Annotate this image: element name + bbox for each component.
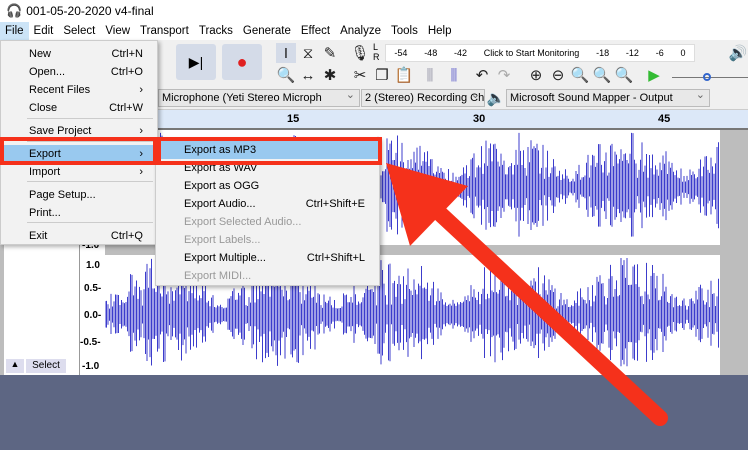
arrow-annotation xyxy=(386,163,668,426)
